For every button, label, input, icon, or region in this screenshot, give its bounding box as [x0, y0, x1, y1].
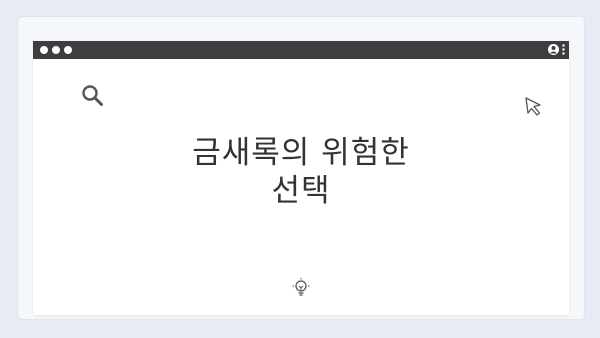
window-dot[interactable]	[52, 46, 60, 54]
page: 금새록의 위험한 선택	[0, 0, 600, 338]
user-menu[interactable]	[548, 44, 565, 55]
user-icon	[548, 44, 559, 55]
window-dot[interactable]	[64, 46, 72, 54]
window-controls	[40, 46, 72, 54]
browser-window: 금새록의 위험한 선택	[33, 41, 569, 315]
cursor-icon	[525, 97, 541, 116]
window-titlebar	[33, 41, 569, 59]
slide-title: 금새록의 위험한 선택	[33, 134, 569, 210]
lightbulb-icon	[292, 278, 310, 296]
kebab-menu-icon[interactable]	[562, 44, 565, 55]
search-icon	[82, 85, 103, 106]
slide-content: 금새록의 위험한 선택	[33, 59, 569, 315]
window-dot[interactable]	[40, 46, 48, 54]
slide-title-line1: 금새록의 위험한	[192, 135, 410, 171]
slide-title-line2: 선택	[271, 173, 331, 209]
